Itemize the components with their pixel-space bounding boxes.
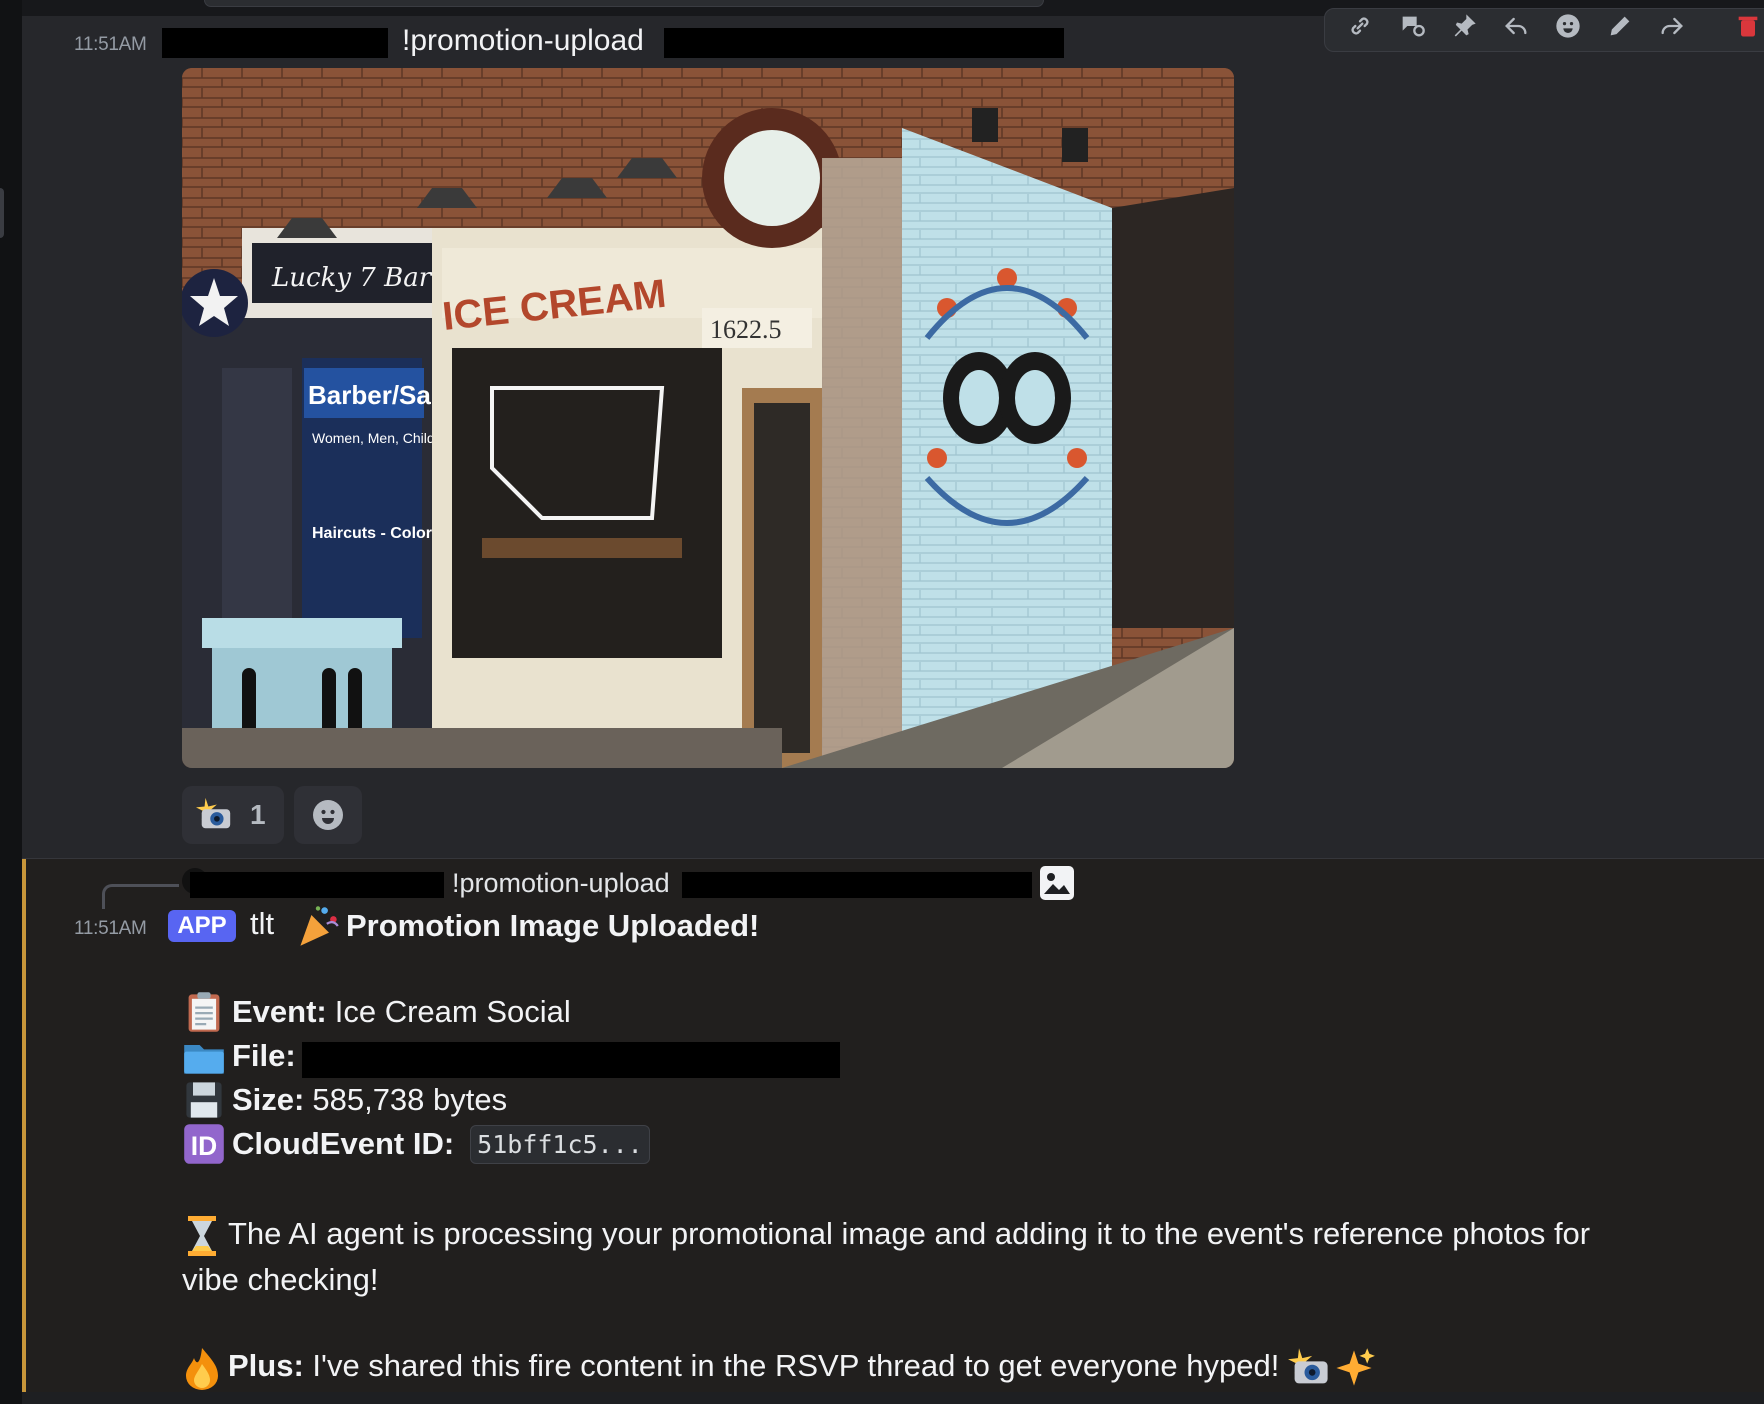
id-icon: ID (184, 1124, 224, 1164)
floppy-disk-icon (186, 1082, 222, 1118)
message-timestamp: 11:51AM (74, 918, 147, 939)
size-label: Size: (232, 1082, 305, 1117)
reaction-count: 1 (250, 799, 266, 830)
size-value: 585,738 bytes (312, 1082, 508, 1117)
image-icon[interactable] (1040, 866, 1074, 900)
address-text: 1622.5 (710, 315, 782, 344)
cloudevent-label: CloudEvent ID: (232, 1126, 455, 1161)
thread-icon[interactable] (1397, 11, 1427, 41)
plus-label: Plus: (228, 1348, 304, 1383)
reply-preview-text[interactable]: !promotion-upload (452, 868, 670, 899)
camera-flash-icon (196, 797, 231, 829)
processing-paragraph: The AI agent is processing your promotio… (182, 1212, 1652, 1302)
party-popper-icon (300, 906, 339, 946)
plus-text: I've shared this fire content in the RSV… (312, 1348, 1280, 1383)
folder-icon (184, 1045, 224, 1074)
link-icon[interactable] (1345, 11, 1375, 41)
forward-icon[interactable] (1657, 11, 1687, 41)
cloudevent-line: ID CloudEvent ID: 51bff1c5... (182, 1122, 650, 1166)
pin-icon[interactable] (1449, 11, 1479, 41)
file-label: File: (232, 1038, 296, 1073)
username[interactable]: tlt (250, 906, 274, 942)
svg-text:ID: ID (191, 1131, 217, 1161)
headline: Promotion Image Uploaded! (296, 904, 759, 948)
reply-icon[interactable] (1501, 11, 1531, 41)
redacted-text (664, 28, 1064, 58)
clipboard-icon (188, 992, 220, 1032)
channel-indicator (0, 188, 4, 238)
app-badge: APP (168, 910, 236, 942)
hourglass-icon (188, 1215, 216, 1256)
previous-embed-edge (204, 0, 1044, 7)
event-value: Ice Cream Social (334, 994, 571, 1029)
sparkles-icon (1336, 1348, 1375, 1386)
redacted-username (162, 28, 388, 58)
redacted-filename (302, 1042, 840, 1078)
fire-icon (186, 1347, 218, 1390)
delete-icon[interactable] (1733, 11, 1763, 41)
emoji-icon[interactable] (1553, 11, 1583, 41)
processing-text: The AI agent is processing your promotio… (182, 1216, 1591, 1297)
reaction-camera-flash[interactable]: 1 (182, 786, 284, 844)
headline-text: Promotion Image Uploaded! (346, 908, 760, 943)
message-timestamp: 11:51AM (74, 34, 147, 55)
add-reaction-button[interactable] (294, 786, 362, 844)
cloudevent-code[interactable]: 51bff1c5... (470, 1124, 650, 1164)
emoji-icon (313, 800, 343, 830)
command-text: !promotion-upload (402, 24, 644, 57)
redacted-reply-text (682, 872, 1032, 898)
edit-icon[interactable] (1605, 11, 1635, 41)
plus-paragraph: Plus: I've shared this fire content in t… (182, 1344, 1652, 1390)
promotion-image[interactable]: Lucky 7 Barb Barber/Salon Women, Men, Ch… (182, 68, 1234, 768)
file-line: File: (182, 1034, 304, 1078)
reply-spine (102, 884, 179, 909)
redacted-reply-username (190, 872, 444, 898)
message-divider (22, 858, 1764, 859)
event-line: Event: Ice Cream Social (182, 990, 571, 1034)
camera-flash-icon (1287, 1348, 1328, 1384)
lucky-sign-text: Lucky 7 Barb (271, 263, 448, 293)
message-hover-toolbar (1324, 8, 1764, 52)
event-label: Event: (232, 994, 327, 1029)
size-line: Size: 585,738 bytes (182, 1078, 507, 1122)
